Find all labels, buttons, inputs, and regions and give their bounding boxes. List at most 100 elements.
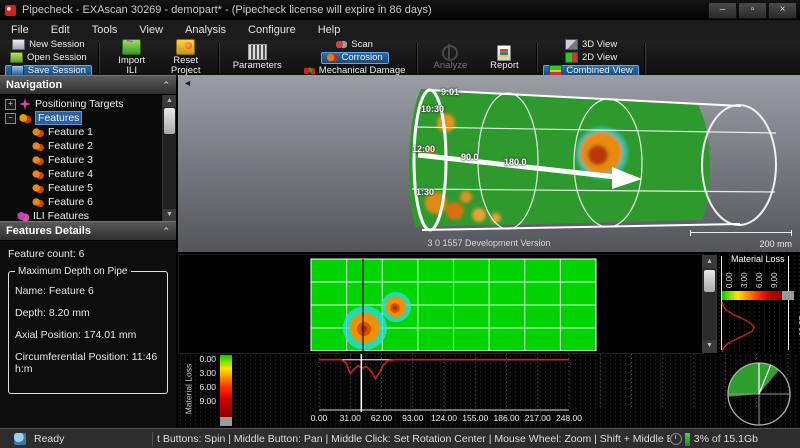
corrosion-icon [327,53,338,62]
status-divider [152,432,153,446]
app-icon [5,5,16,16]
x-axis-tick-label: 248.00 [556,413,582,423]
menu-item-file[interactable]: File [0,21,40,39]
gear-icon [32,197,44,208]
tree-item-label: ILI Features [33,210,89,221]
view-3d-view-button[interactable]: 3D View [559,39,623,51]
tree-toggle-icon[interactable]: − [5,113,16,124]
gear-icon [32,169,44,180]
button-label: Corrosion [342,52,383,63]
features-details-panel: Feature count: 6 Maximum Depth on Pipe N… [0,241,176,432]
scrollbar-thumb[interactable] [704,270,715,292]
max-depth-group-title: Maximum Depth on Pipe [15,266,131,277]
menu-item-edit[interactable]: Edit [40,21,81,39]
middle-row: ▲ ▼ Material Loss 0.003.006.009.00 10:27 [178,254,800,352]
gear-icon [32,141,44,152]
session-open-session-button[interactable]: Open Session [4,52,93,64]
map-scrollbar[interactable]: ▲ ▼ [702,255,717,353]
axial-distance-label: 90.0 [461,152,479,162]
memory-usage-bar [685,433,690,446]
axial-profile-plot [178,354,800,428]
pipecheck-app: Pipecheck - EXAscan 30269 - demopart* - … [0,0,800,448]
content-area: Navigation ⌃ +Positioning Targets−Featur… [0,75,800,428]
scroll-down-icon[interactable]: ▼ [163,209,176,221]
x-axis-tick-label: 31.00 [340,413,361,423]
status-ready-text: Ready [34,433,152,445]
collapse-chevron-icon[interactable]: ⌃ [162,226,170,237]
button-label: Scan [351,39,373,50]
maximize-button[interactable]: ▫ [738,2,767,19]
report-icon [497,45,511,61]
report-label: Report [490,61,519,71]
session-new-session-button[interactable]: New Session [6,39,90,51]
scroll-down-icon[interactable]: ▼ [703,340,716,352]
tree-toggle-icon[interactable]: + [5,99,16,110]
new-session-icon [12,39,25,50]
axial-profile-chart[interactable]: Material Loss 0.003.006.009.00 0.0031.00… [178,354,800,428]
tree-item-positioning-targets[interactable]: +Positioning Targets [0,97,163,111]
tree-item-feature-4[interactable]: Feature 4 [0,167,163,181]
x-axis-tick-label: 186.00 [494,413,520,423]
collapse-chevron-icon[interactable]: ⌃ [162,80,170,91]
feature-detail-row: Name: Feature 6 [15,285,161,297]
feature-detail-row: Depth: 8.20 mm [15,307,161,319]
view-2d-view-button[interactable]: 2D View [559,52,623,64]
tree-item-feature-3[interactable]: Feature 3 [0,153,163,167]
reset-project-button[interactable]: Reset Project [159,37,213,78]
tree-item-ili-features[interactable]: ILI Features [0,209,163,221]
gear-icon [32,183,44,194]
status-icon [14,433,26,445]
mech-damage-icon [304,66,315,75]
map-2d-view[interactable] [178,254,704,354]
feature-count: Feature count: 6 [0,241,176,262]
import-ili-label: Import ILI [118,56,145,76]
tree-item-feature-2[interactable]: Feature 2 [0,139,163,153]
report-button[interactable]: Report [477,43,531,73]
tree-item-feature-6[interactable]: Feature 6 [0,195,163,209]
sidebar-collapse-icon[interactable]: ◄ [183,78,192,88]
tree-item-feature-5[interactable]: Feature 5 [0,181,163,195]
scale-label: 200 mm [759,239,792,249]
parameters-button[interactable]: Parameters [225,42,290,73]
minimize-button[interactable]: – [708,2,737,19]
menu-item-configure[interactable]: Configure [237,21,307,39]
gear-icon [32,155,44,166]
ili-features-icon [17,211,29,222]
button-label: New Session [29,39,84,50]
clock-position-label: 12:00 [412,144,435,154]
main-graphics-area: ◄ [178,75,800,428]
features-icon [19,113,31,124]
memory-usage-text: 3% of 15.1Gb [694,433,758,445]
x-axis-tick-label: 155.00 [462,413,488,423]
x-axis-tick-label: 93.00 [402,413,423,423]
view3d-icon [565,39,578,50]
tree-item-label: Feature 3 [48,154,93,166]
scrollbar-thumb[interactable] [164,108,175,134]
tree-item-features[interactable]: −Features [0,111,163,125]
navigation-panel-header[interactable]: Navigation ⌃ [0,75,176,95]
analyze-button[interactable]: Analyze [423,43,477,73]
view-3d[interactable]: ◄ [178,75,800,252]
window-title: Pipecheck - EXAscan 30269 - demopart* - … [22,4,707,16]
menu-item-help[interactable]: Help [307,21,352,39]
navigation-tree: +Positioning Targets−FeaturesFeature 1Fe… [0,97,163,221]
reset-project-label: Reset Project [171,56,201,76]
tree-item-label: Feature 2 [48,140,93,152]
circumferential-profile-panel[interactable]: Material Loss 0.003.006.009.00 10:27 [717,254,800,352]
mode-corrosion-button[interactable]: Corrosion [321,52,389,64]
close-button[interactable]: × [768,2,797,19]
mode-scan-button[interactable]: Scan [330,39,379,51]
scroll-up-icon[interactable]: ▲ [163,95,176,107]
features-details-header[interactable]: Features Details ⌃ [0,221,176,241]
analyze-label: Analyze [434,61,468,71]
status-bar: Ready t Buttons: Spin | Middle Button: P… [0,428,800,448]
navigation-scrollbar[interactable]: ▲ ▼ [162,95,176,221]
button-label: 3D View [582,39,617,50]
reset-project-icon [176,39,195,55]
tree-item-feature-1[interactable]: Feature 1 [0,125,163,139]
scale-bar [690,230,792,236]
memory-gauge-icon [670,433,682,445]
title-bar: Pipecheck - EXAscan 30269 - demopart* - … [0,0,800,20]
scroll-up-icon[interactable]: ▲ [703,256,716,268]
import-ili-button[interactable]: Import ILI [105,37,159,78]
